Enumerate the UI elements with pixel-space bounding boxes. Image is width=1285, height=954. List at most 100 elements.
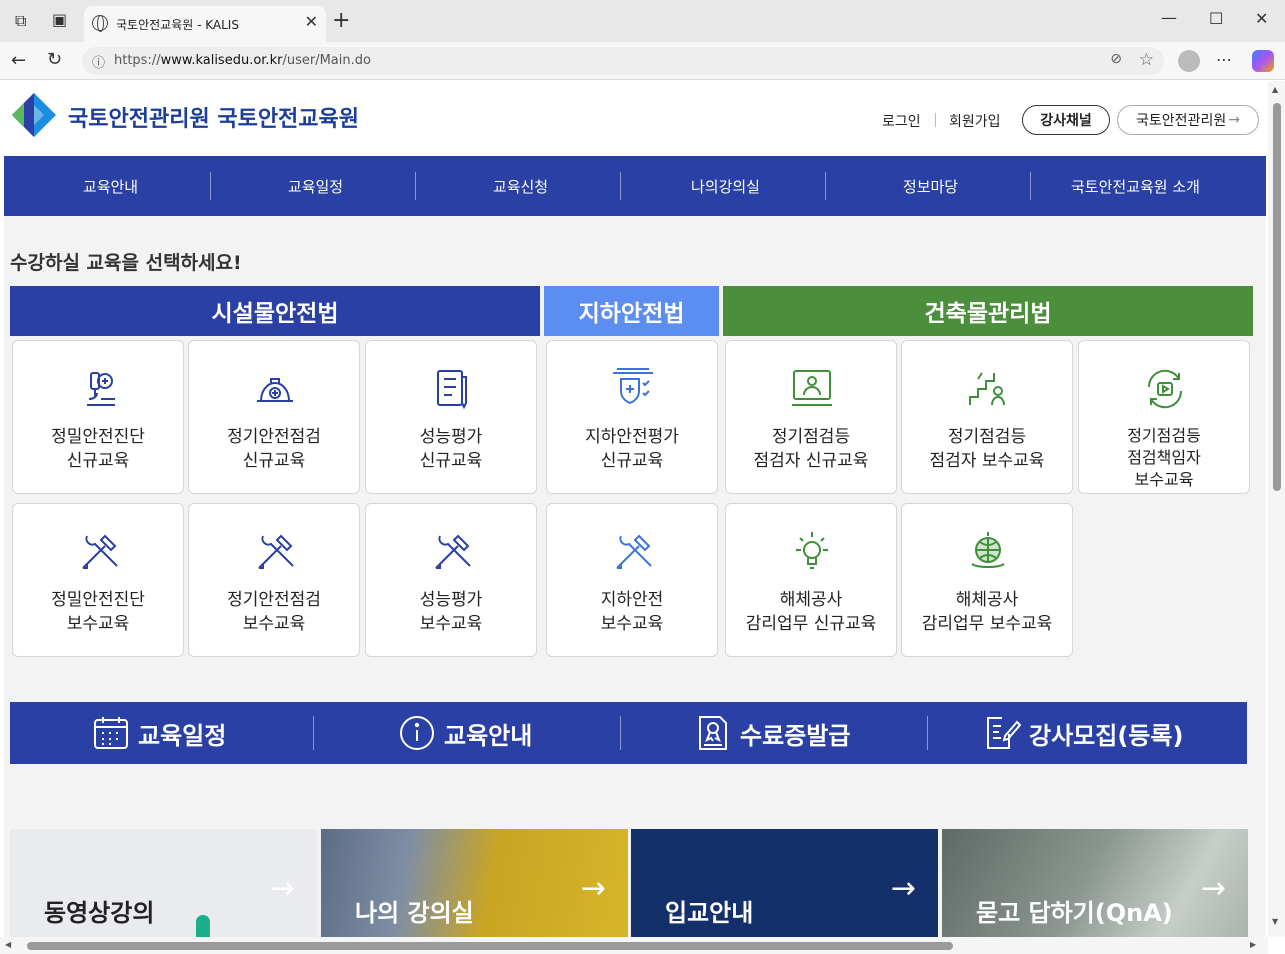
category-building-management[interactable]: 건축물관리법 [723,286,1253,336]
quick-instructor-recruit[interactable]: 강사모집(등록) [983,702,1183,764]
quick-certificate[interactable]: 수료증발급 [694,702,850,764]
banner-qna[interactable]: 묻고 답하기(QnA) → [942,829,1248,937]
arrow-right-icon: → [1228,112,1240,128]
course-label: 정밀안전진단 신규교육 [51,427,145,471]
course-prompt: 수강하실 교육을 선택하세요! [10,252,242,274]
course-card[interactable]: 해체공사 감리업무 보수교육 [901,503,1073,657]
course-card[interactable]: 해체공사 감리업무 신규교육 [725,503,897,657]
banner-admission-guide[interactable]: 입교안내 → [631,829,938,937]
category-facility-safety[interactable]: 시설물안전법 [10,286,540,336]
course-card[interactable]: 정밀안전진단 신규교육 [12,340,184,494]
scroll-up-icon[interactable]: ▲ [1272,85,1278,94]
scroll-thumb[interactable] [27,942,953,950]
more-menu-icon[interactable]: ⋯ [1216,50,1232,69]
tab-title: 국토안전교육원 - KALIS [116,18,239,32]
vertical-scrollbar[interactable]: ▲ ▼ [1268,81,1285,937]
workspaces-icon[interactable]: ⧉ [15,11,26,31]
nav-divider [210,172,211,200]
refresh-icon[interactable]: ↻ [47,49,62,70]
instructor-channel-button[interactable]: 강사채널 [1022,105,1110,135]
refresh-play-icon [1147,369,1183,409]
tools-icon [82,534,118,569]
quick-education-schedule[interactable]: 교육일정 [92,702,226,764]
kalis-link-button[interactable]: 국토안전관리원 → [1117,105,1259,135]
login-link[interactable]: 로그인 [882,111,921,131]
page-content: 국토안전관리원 국토안전교육원 로그인 회원가입 강사채널 국토안전관리원 → 교… [4,81,1266,937]
course-label: 지하안전 보수교육 [600,590,664,634]
nav-education-schedule[interactable]: 교육일정 [213,156,418,216]
course-card[interactable]: 정기점검등 점검자 신규교육 [725,340,897,494]
favorite-star-icon[interactable]: ☆ [1139,50,1154,70]
globe-icon [92,15,108,32]
stairs-person-icon [969,372,1005,406]
decorative-shape [196,915,210,937]
course-card[interactable]: 성능평가 보수교육 [365,503,537,657]
course-card[interactable]: 정기점검등 점검자 보수교육 [901,340,1073,494]
main-navigation: 교육안내 교육일정 교육신청 나의강의실 정보마당 국토안전교육원 소개 [4,156,1266,216]
nav-about[interactable]: 국토안전교육원 소개 [1033,156,1238,216]
nav-my-classroom[interactable]: 나의강의실 [623,156,828,216]
site-title[interactable]: 국토안전관리원 국토안전교육원 [68,101,359,133]
document-edit-icon [987,717,1021,749]
scroll-thumb[interactable] [1273,103,1281,491]
tab-actions-icon[interactable]: ▣ [52,10,67,29]
course-card[interactable]: 정기점검등 점검책임자 보수교육 [1078,340,1250,494]
category-underground-safety[interactable]: 지하안전법 [544,286,719,336]
quick-divider [313,716,314,750]
browser-tab[interactable]: 국토안전교육원 - KALIS ✕ [84,6,326,42]
certificate-icon [699,716,727,750]
course-label: 성능평가 신규교육 [419,427,483,471]
banner-video-lecture[interactable]: 동영상강의 → [10,829,317,937]
quick-education-info[interactable]: 교육안내 [398,702,532,764]
course-card[interactable]: 지하안전평가 신규교육 [546,340,718,494]
kalis-link-label: 국토안전관리원 [1136,113,1227,129]
lightbulb-icon [796,532,828,569]
course-label: 정밀안전진단 보수교육 [51,590,145,634]
profile-avatar[interactable] [1178,50,1200,72]
tracking-blocked-icon[interactable]: ⊘ [1110,51,1122,67]
info-icon [400,716,434,750]
course-card[interactable]: 지하안전 보수교육 [546,503,718,657]
arrow-right-icon: → [269,871,295,906]
kalis-logo[interactable] [10,91,58,139]
scroll-down-icon[interactable]: ▼ [1272,917,1278,926]
course-section: 수강하실 교육을 선택하세요! 시설물안전법 지하안전법 건축물관리법 정밀안전… [4,216,1266,937]
tools-icon [435,534,471,569]
nav-education-info[interactable]: 교육안내 [8,156,213,216]
tools-icon [258,534,294,569]
course-card[interactable]: 정기안전점검 신규교육 [188,340,360,494]
quick-menu: 교육일정 교육안내 수료증발급 강사모집(등록) [10,702,1247,764]
course-card[interactable]: 정밀안전진단 보수교육 [12,503,184,657]
course-label: 정기점검등 점검책임자 보수교육 [1127,426,1201,489]
course-card[interactable]: 정기안전점검 보수교육 [188,503,360,657]
tab-strip: ⧉ ▣ 국토안전교육원 - KALIS ✕ + — ☐ ✕ [0,0,1285,42]
course-label: 해체공사 감리업무 보수교육 [921,590,1053,634]
banner-my-classroom[interactable]: 나의 강의실 → [321,829,628,937]
course-card[interactable]: 성능평가 신규교육 [365,340,537,494]
new-tab-icon[interactable]: + [332,8,350,33]
course-label: 정기안전점검 보수교육 [227,590,321,634]
back-icon[interactable]: ← [11,50,26,71]
course-label: 정기안전점검 신규교육 [227,427,321,471]
horizontal-scrollbar[interactable]: ◀ ▶ [0,937,1268,954]
course-label: 정기점검등 점검자 신규교육 [753,427,869,471]
scroll-left-icon[interactable]: ◀ [5,940,11,949]
close-tab-icon[interactable]: ✕ [305,12,318,31]
signup-link[interactable]: 회원가입 [949,111,1001,131]
calendar-icon [94,717,128,749]
copilot-icon[interactable] [1252,50,1274,72]
minimize-icon[interactable]: — [1161,8,1177,27]
nav-education-apply[interactable]: 교육신청 [418,156,623,216]
course-label: 정기점검등 점검자 보수교육 [929,427,1045,471]
address-bar[interactable]: ⓘ https://www.kalisedu.or.kr/user/Main.d… [82,47,1164,75]
quick-label: 교육안내 [444,721,533,750]
nav-info-square[interactable]: 정보마당 [828,156,1033,216]
banner-title: 묻고 답하기(QnA) [976,899,1173,927]
nav-divider [620,172,621,200]
site-info-icon[interactable]: ⓘ [92,52,105,71]
maximize-icon[interactable]: ☐ [1209,9,1223,28]
nav-divider [825,172,826,200]
banner-title: 입교안내 [665,899,754,927]
window-close-icon[interactable]: ✕ [1255,9,1268,28]
scroll-right-icon[interactable]: ▶ [1250,940,1256,949]
